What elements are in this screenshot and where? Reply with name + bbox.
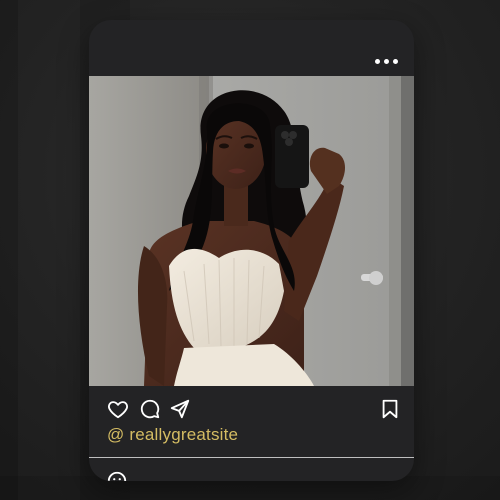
selfie-illustration bbox=[89, 76, 414, 386]
emoji-icon[interactable] bbox=[106, 470, 128, 481]
more-options-icon bbox=[375, 59, 380, 64]
more-options-button[interactable] bbox=[375, 59, 398, 64]
post-divider bbox=[89, 457, 414, 458]
send-icon[interactable] bbox=[169, 398, 191, 420]
post-photo[interactable] bbox=[89, 76, 414, 386]
bookmark-icon[interactable] bbox=[379, 398, 401, 420]
more-options-icon-dot-2 bbox=[384, 59, 389, 64]
comment-icon[interactable] bbox=[139, 398, 161, 420]
heart-icon[interactable] bbox=[107, 398, 129, 420]
post-card: @ reallygreatsite bbox=[89, 20, 414, 481]
more-options-icon-dot-3 bbox=[393, 59, 398, 64]
post-action-bar bbox=[89, 388, 414, 428]
post-handle[interactable]: @ reallygreatsite bbox=[107, 425, 238, 445]
